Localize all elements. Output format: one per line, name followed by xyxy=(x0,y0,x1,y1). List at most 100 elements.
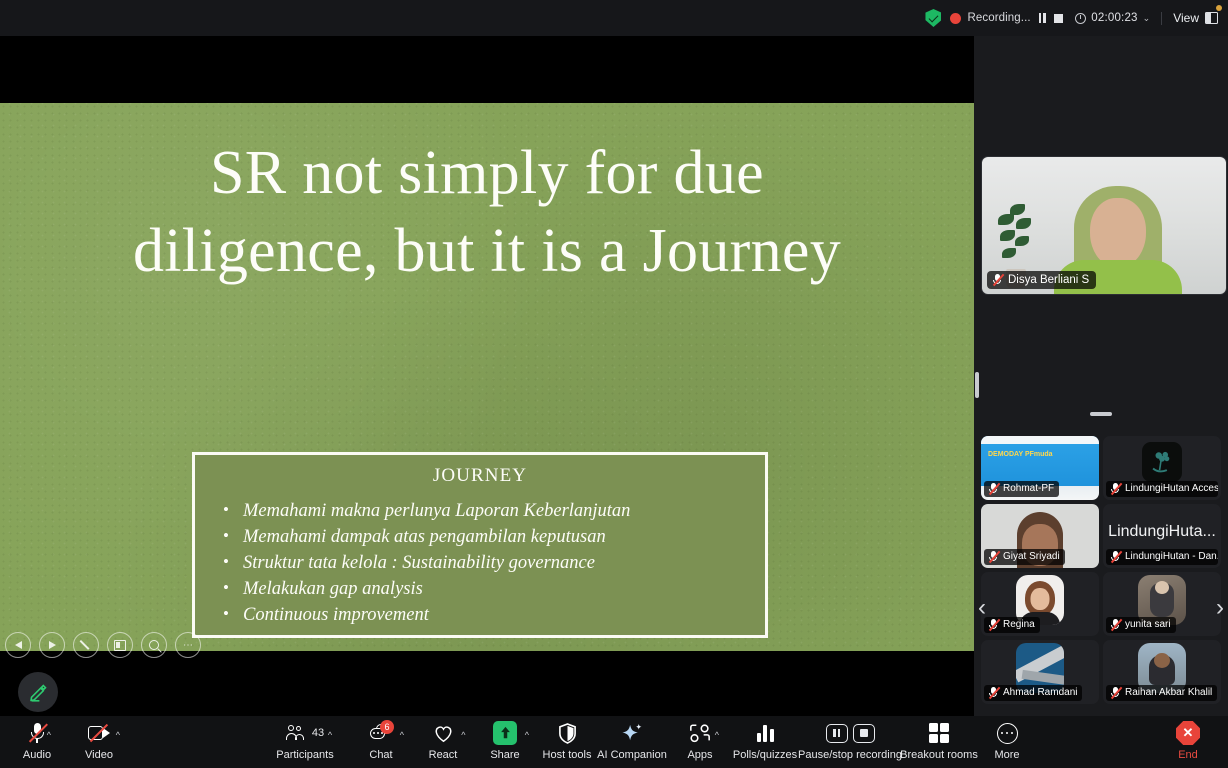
list-item: Melakukan gap analysis xyxy=(221,575,765,602)
speaker-name-chip: Disya Berliani S xyxy=(987,271,1097,289)
view-button-label[interactable]: View xyxy=(1173,11,1199,25)
breakout-rooms-button[interactable]: Breakout rooms xyxy=(898,720,980,761)
thumbnail-grid: DEMODAY PFmuda Rohmat-PF LindungiHutan A… xyxy=(978,436,1224,704)
participant-name: Rohmat-PF xyxy=(1003,483,1055,494)
list-item[interactable]: DEMODAY PFmuda Rohmat-PF xyxy=(981,436,1099,500)
share-screen-icon: ^ xyxy=(493,720,529,746)
stop-recording-icon[interactable] xyxy=(1054,13,1064,23)
clock-icon xyxy=(1075,12,1087,24)
shield-icon xyxy=(558,720,577,746)
thumbnail-row: DEMODAY PFmuda Rohmat-PF LindungiHutan A… xyxy=(981,436,1221,500)
participant-name-chip: yunita sari xyxy=(1106,617,1176,633)
participants-label: Participants xyxy=(276,749,334,761)
list-item[interactable]: Raihan Akbar Khalil xyxy=(1103,640,1221,704)
pause-recording-icon[interactable] xyxy=(1038,13,1047,23)
participant-name-chip: Giyat Sriyadi xyxy=(984,549,1065,565)
participant-name: Giyat Sriyadi xyxy=(1003,551,1060,562)
notification-dot xyxy=(1216,5,1222,11)
participants-chevron-up-icon[interactable]: ^ xyxy=(328,730,332,740)
audio-chevron-up-icon[interactable]: ^ xyxy=(47,730,51,740)
tree-logo-icon xyxy=(1152,451,1170,473)
apps-chevron-up-icon[interactable]: ^ xyxy=(715,730,719,740)
journey-bullet-list: Memahami makna perlunya Laporan Keberlan… xyxy=(221,497,765,628)
annotate-button[interactable] xyxy=(18,672,58,712)
mic-off-icon xyxy=(1110,618,1123,631)
apps-button[interactable]: ^ Apps xyxy=(663,720,737,761)
recording-dot-icon xyxy=(950,12,962,24)
share-chevron-up-icon[interactable]: ^ xyxy=(525,730,529,740)
list-item[interactable]: Regina xyxy=(981,572,1099,636)
list-item: Continuous improvement xyxy=(221,601,765,628)
list-item[interactable]: Giyat Sriyadi xyxy=(981,504,1099,568)
thumbnail-row: Giyat Sriyadi LindungiHuta... LindungiHu… xyxy=(981,504,1221,568)
participant-name: LindungiHutan Access xyxy=(1125,483,1218,494)
layout-icon[interactable] xyxy=(107,632,133,658)
participant-name: Raihan Akbar Khalil xyxy=(1125,687,1213,698)
pause-icon[interactable] xyxy=(825,723,848,743)
participant-name-chip: LindungiHutan Access xyxy=(1106,481,1218,497)
mic-off-icon xyxy=(1110,686,1123,699)
magnifier-icon[interactable] xyxy=(141,632,167,658)
shield-check-icon[interactable] xyxy=(925,9,942,27)
speaker-name: Disya Berliani S xyxy=(1008,273,1090,286)
list-item[interactable]: Ahmad Ramdani xyxy=(981,640,1099,704)
list-item[interactable]: LindungiHutan Access xyxy=(1103,436,1221,500)
journey-box: JOURNEY Memahami makna perlunya Laporan … xyxy=(192,452,768,638)
ellipsis-icon xyxy=(996,720,1018,746)
chat-chevron-up-icon[interactable]: ^ xyxy=(400,730,404,740)
participants-icon: 43 ^ xyxy=(285,720,332,746)
apps-icon: ^ xyxy=(689,720,719,746)
mic-off-icon xyxy=(988,686,1001,699)
breakout-rooms-label: Breakout rooms xyxy=(900,749,978,761)
chat-label: Chat xyxy=(369,749,393,761)
camera-off-icon: ^ xyxy=(88,720,120,746)
speaker-face xyxy=(1090,198,1146,268)
previous-slide-icon[interactable] xyxy=(5,632,31,658)
panel-resize-handle[interactable] xyxy=(975,372,979,398)
mic-off-icon xyxy=(1110,482,1123,495)
carousel-next-icon[interactable]: › xyxy=(1216,596,1224,620)
mic-off-icon xyxy=(1110,550,1123,563)
end-button[interactable]: ✕ End xyxy=(1160,720,1216,761)
next-slide-icon[interactable] xyxy=(39,632,65,658)
ai-companion-button[interactable]: AI Companion xyxy=(595,720,669,761)
more-icon[interactable]: ⋯ xyxy=(175,632,201,658)
list-item[interactable]: yunita sari xyxy=(1103,572,1221,636)
ai-companion-label: AI Companion xyxy=(597,749,667,761)
slide-title: SR not simply for due diligence, but it … xyxy=(132,139,842,285)
layout-icon[interactable] xyxy=(1205,12,1218,24)
mic-off-icon xyxy=(988,618,1001,631)
panel-drag-handle[interactable] xyxy=(1090,412,1112,416)
react-chevron-up-icon[interactable]: ^ xyxy=(461,730,465,740)
heart-icon: ^ xyxy=(433,720,466,746)
meeting-timer: 02:00:23 xyxy=(1091,12,1138,24)
pause-stop-recording-button[interactable]: Pause/stop recording xyxy=(790,720,910,761)
react-label: React xyxy=(428,749,458,761)
participants-button[interactable]: 43 ^ Participants xyxy=(268,720,342,761)
video-chevron-up-icon[interactable]: ^ xyxy=(116,730,120,740)
stop-icon[interactable] xyxy=(852,723,875,743)
host-tools-button[interactable]: Host tools xyxy=(530,720,604,761)
meeting-toolbar: ^ Audio ^ Video 43 ^ Participants 6 ^ Ch… xyxy=(0,716,1228,768)
participant-name-chip: Regina xyxy=(984,617,1040,633)
active-speaker-tile[interactable]: Disya Berliani S xyxy=(981,156,1227,295)
list-item[interactable]: LindungiHuta... LindungiHutan - Dan... xyxy=(1103,504,1221,568)
participant-name-chip: Raihan Akbar Khalil xyxy=(1106,685,1218,701)
carousel-prev-icon[interactable]: ‹ xyxy=(978,596,986,620)
meeting-top-bar: Recording... 02:00:23 ⌄ View xyxy=(0,0,1228,36)
recording-status-label: Recording... xyxy=(967,12,1031,24)
pencil-icon xyxy=(29,683,47,702)
grid-icon xyxy=(928,720,950,746)
thumbnail-row: Ahmad Ramdani Raihan Akbar Khalil xyxy=(981,640,1221,704)
more-button[interactable]: More xyxy=(970,720,1044,761)
microphone-off-icon: ^ xyxy=(28,720,51,746)
list-item: Memahami dampak atas pengambilan keputus… xyxy=(221,523,765,550)
slide-navigation-bar: ⋯ xyxy=(5,632,201,658)
polls-quizzes-label: Polls/quizzes xyxy=(732,749,798,761)
video-button[interactable]: ^ Video xyxy=(62,720,136,761)
participants-count: 43 xyxy=(311,727,325,739)
participant-name: Ahmad Ramdani xyxy=(1003,687,1078,698)
timer-chevron-down-icon[interactable]: ⌄ xyxy=(1143,13,1151,24)
pen-icon[interactable] xyxy=(73,632,99,658)
chat-badge: 6 xyxy=(380,720,394,734)
